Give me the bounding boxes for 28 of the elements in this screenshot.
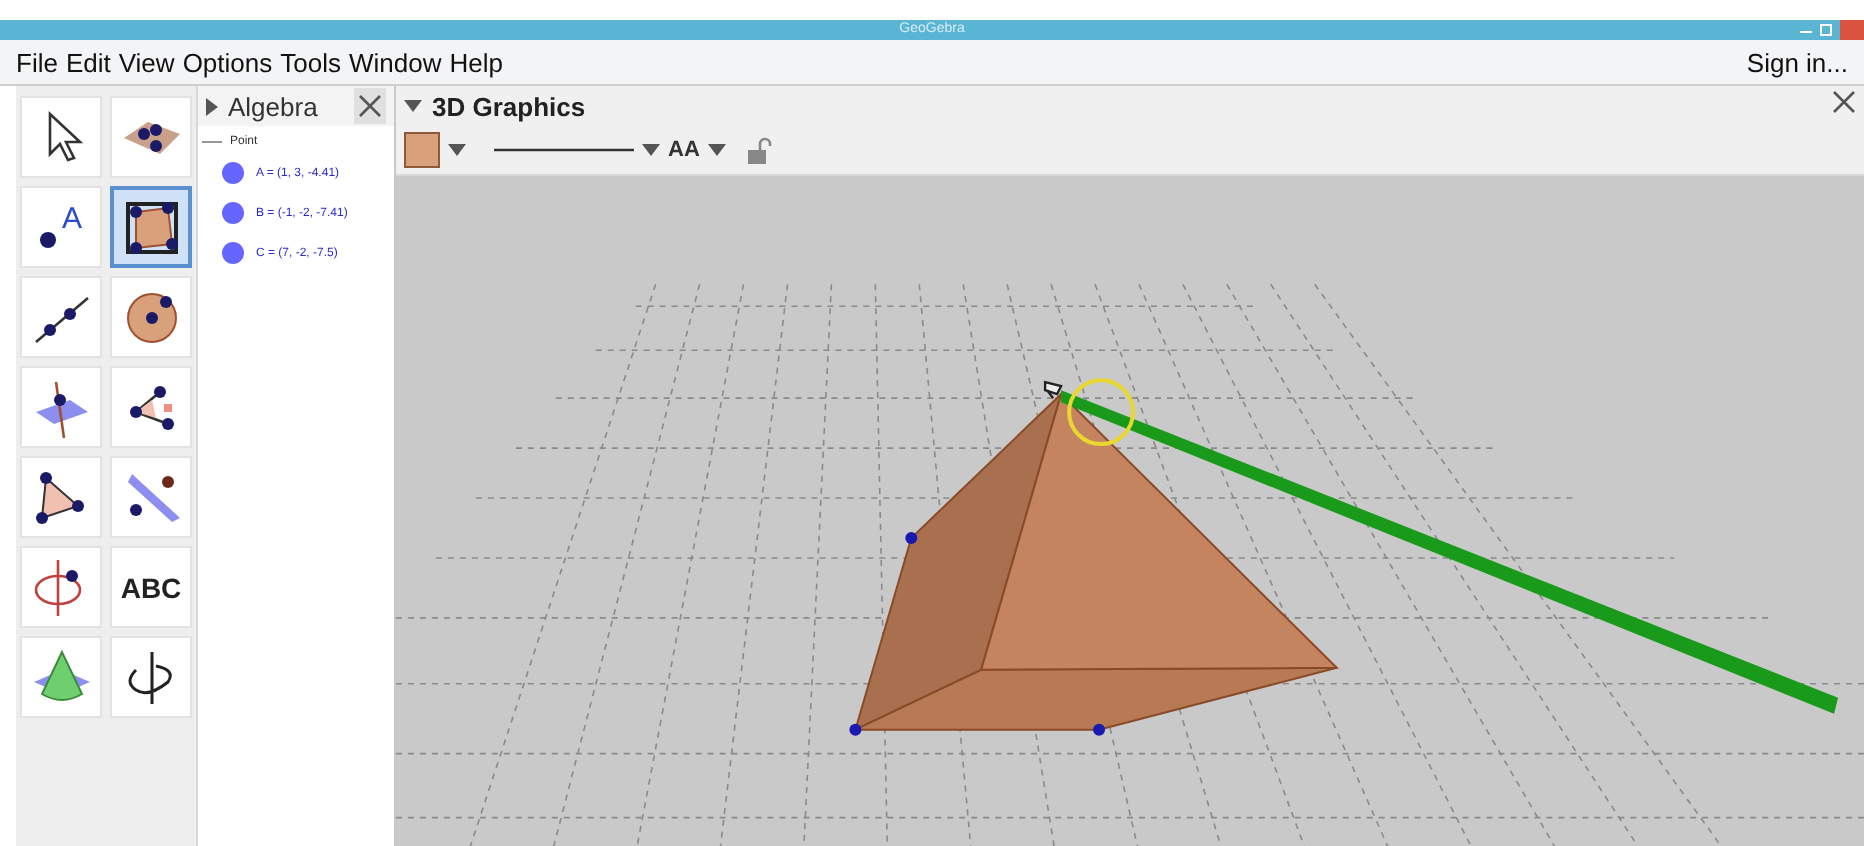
visibility-dot[interactable] xyxy=(222,202,244,224)
caret-icon[interactable] xyxy=(448,144,466,156)
label-style-button[interactable]: AA xyxy=(668,138,700,162)
unlocked-icon[interactable] xyxy=(745,136,774,164)
caret-icon[interactable] xyxy=(707,144,726,156)
color-swatch[interactable] xyxy=(404,132,440,168)
caret-icon[interactable] xyxy=(642,144,660,156)
menu-item[interactable]: Options xyxy=(182,47,273,77)
menu-item[interactable]: File xyxy=(16,47,58,77)
line-style-icon[interactable] xyxy=(494,144,634,156)
visibility-dot[interactable] xyxy=(222,242,244,264)
close-button[interactable] xyxy=(354,88,386,124)
menu-item[interactable]: Help xyxy=(449,47,503,77)
menu-item[interactable]: View xyxy=(118,47,175,77)
close-icon[interactable] xyxy=(1832,90,1856,114)
visibility-dot[interactable] xyxy=(222,162,244,184)
close-icon[interactable] xyxy=(358,94,382,118)
tool-button[interactable] xyxy=(110,186,192,268)
tool-button[interactable]: ABC xyxy=(110,546,192,628)
text-tool-icon: ABC xyxy=(120,571,182,603)
expand-icon[interactable] xyxy=(206,97,218,115)
caret-icon[interactable] xyxy=(404,100,422,112)
panel-title: Algebra xyxy=(228,91,318,121)
panel-title: 3D Graphics xyxy=(432,91,586,121)
menu-item[interactable]: Tools xyxy=(280,47,341,77)
menu-item[interactable]: Window xyxy=(348,47,442,77)
menu-item[interactable]: Edit xyxy=(65,47,111,77)
sign-in-link[interactable]: Sign in... xyxy=(1746,47,1848,77)
